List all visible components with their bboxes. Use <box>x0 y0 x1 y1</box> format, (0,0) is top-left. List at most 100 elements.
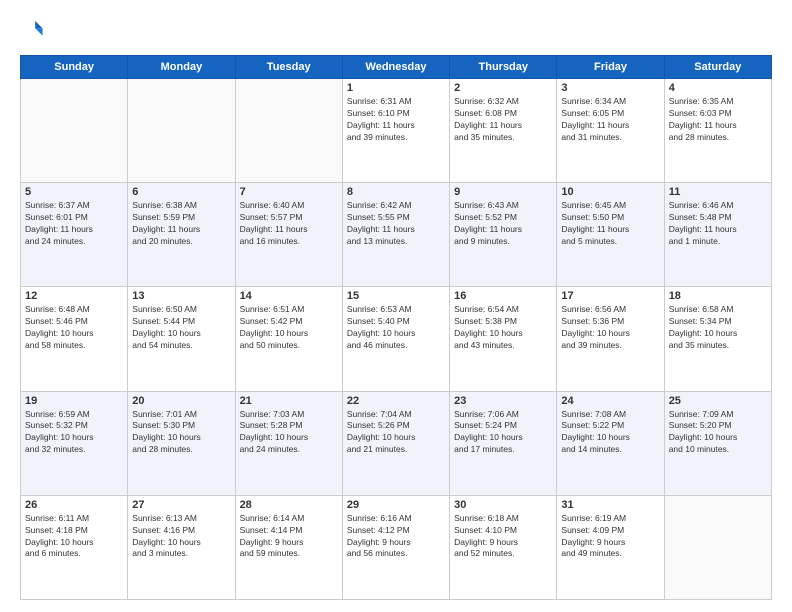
day-info: Sunrise: 7:09 AM Sunset: 5:20 PM Dayligh… <box>669 409 767 457</box>
day-info: Sunrise: 6:16 AM Sunset: 4:12 PM Dayligh… <box>347 513 445 561</box>
day-number: 30 <box>454 499 552 511</box>
calendar-cell: 27 Sunrise: 6:13 AM Sunset: 4:16 PM Dayli… <box>128 495 235 599</box>
header <box>20 18 772 45</box>
day-info: Sunrise: 6:56 AM Sunset: 5:36 PM Dayligh… <box>561 304 659 352</box>
weekday-header-thursday: Thursday <box>450 56 557 79</box>
calendar-cell: 29 Sunrise: 6:16 AM Sunset: 4:12 PM Dayli… <box>342 495 449 599</box>
calendar-cell: 3Sunrise: 6:34 AM Sunset: 6:05 PM Daylig… <box>557 79 664 183</box>
day-info: Sunrise: 6:50 AM Sunset: 5:44 PM Dayligh… <box>132 304 230 352</box>
calendar-cell: 20 Sunrise: 7:01 AM Sunset: 5:30 PM Dayli… <box>128 391 235 495</box>
day-number: 24 <box>561 395 659 407</box>
day-info: Sunrise: 6:58 AM Sunset: 5:34 PM Dayligh… <box>669 304 767 352</box>
day-number: 26 <box>25 499 123 511</box>
calendar-cell <box>235 79 342 183</box>
day-info: Sunrise: 6:42 AM Sunset: 5:55 PM Dayligh… <box>347 200 445 248</box>
day-number: 14 <box>240 290 338 302</box>
calendar-week-row: 5 Sunrise: 6:37 AM Sunset: 6:01 PM Daylig… <box>21 183 772 287</box>
calendar-week-row: 26Sunrise: 6:11 AM Sunset: 4:18 PM Dayli… <box>21 495 772 599</box>
weekday-header-row: SundayMondayTuesdayWednesdayThursdayFrid… <box>21 56 772 79</box>
day-info: Sunrise: 6:31 AM Sunset: 6:10 PM Dayligh… <box>347 96 445 144</box>
day-number: 28 <box>240 499 338 511</box>
weekday-header-friday: Friday <box>557 56 664 79</box>
calendar-cell: 5 Sunrise: 6:37 AM Sunset: 6:01 PM Daylig… <box>21 183 128 287</box>
calendar-cell: 10Sunrise: 6:45 AM Sunset: 5:50 PM Dayli… <box>557 183 664 287</box>
weekday-header-tuesday: Tuesday <box>235 56 342 79</box>
page: SundayMondayTuesdayWednesdayThursdayFrid… <box>0 0 792 612</box>
calendar-cell: 12 Sunrise: 6:48 AM Sunset: 5:46 PM Dayli… <box>21 287 128 391</box>
day-info: Sunrise: 6:51 AM Sunset: 5:42 PM Dayligh… <box>240 304 338 352</box>
day-info: Sunrise: 6:13 AM Sunset: 4:16 PM Dayligh… <box>132 513 230 561</box>
day-number: 13 <box>132 290 230 302</box>
day-number: 11 <box>669 186 767 198</box>
day-info: Sunrise: 6:37 AM Sunset: 6:01 PM Dayligh… <box>25 200 123 248</box>
calendar-cell: 30Sunrise: 6:18 AM Sunset: 4:10 PM Dayli… <box>450 495 557 599</box>
calendar-cell: 1 Sunrise: 6:31 AM Sunset: 6:10 PM Daylig… <box>342 79 449 183</box>
day-number: 10 <box>561 186 659 198</box>
day-number: 6 <box>132 186 230 198</box>
calendar-cell: 17 Sunrise: 6:56 AM Sunset: 5:36 PM Dayli… <box>557 287 664 391</box>
logo <box>20 18 44 45</box>
calendar-cell: 16Sunrise: 6:54 AM Sunset: 5:38 PM Dayli… <box>450 287 557 391</box>
calendar-cell: 31 Sunrise: 6:19 AM Sunset: 4:09 PM Dayli… <box>557 495 664 599</box>
calendar-cell: 28 Sunrise: 6:14 AM Sunset: 4:14 PM Dayli… <box>235 495 342 599</box>
day-number: 8 <box>347 186 445 198</box>
day-number: 19 <box>25 395 123 407</box>
day-info: Sunrise: 7:06 AM Sunset: 5:24 PM Dayligh… <box>454 409 552 457</box>
calendar-cell: 9Sunrise: 6:43 AM Sunset: 5:52 PM Daylig… <box>450 183 557 287</box>
day-info: Sunrise: 6:46 AM Sunset: 5:48 PM Dayligh… <box>669 200 767 248</box>
day-number: 12 <box>25 290 123 302</box>
day-number: 18 <box>669 290 767 302</box>
calendar-cell: 22 Sunrise: 7:04 AM Sunset: 5:26 PM Dayli… <box>342 391 449 495</box>
day-number: 31 <box>561 499 659 511</box>
weekday-header-saturday: Saturday <box>664 56 771 79</box>
calendar-cell: 4 Sunrise: 6:35 AM Sunset: 6:03 PM Daylig… <box>664 79 771 183</box>
weekday-header-wednesday: Wednesday <box>342 56 449 79</box>
weekday-header-monday: Monday <box>128 56 235 79</box>
calendar-cell <box>128 79 235 183</box>
calendar-week-row: 19 Sunrise: 6:59 AM Sunset: 5:32 PM Dayli… <box>21 391 772 495</box>
calendar-week-row: 1 Sunrise: 6:31 AM Sunset: 6:10 PM Daylig… <box>21 79 772 183</box>
calendar-cell: 25Sunrise: 7:09 AM Sunset: 5:20 PM Dayli… <box>664 391 771 495</box>
day-number: 17 <box>561 290 659 302</box>
day-info: Sunrise: 7:04 AM Sunset: 5:26 PM Dayligh… <box>347 409 445 457</box>
calendar-cell <box>664 495 771 599</box>
day-number: 16 <box>454 290 552 302</box>
day-number: 22 <box>347 395 445 407</box>
day-number: 21 <box>240 395 338 407</box>
day-info: Sunrise: 6:32 AM Sunset: 6:08 PM Dayligh… <box>454 96 552 144</box>
calendar-cell: 19 Sunrise: 6:59 AM Sunset: 5:32 PM Dayli… <box>21 391 128 495</box>
day-info: Sunrise: 7:01 AM Sunset: 5:30 PM Dayligh… <box>132 409 230 457</box>
day-number: 15 <box>347 290 445 302</box>
calendar-table: SundayMondayTuesdayWednesdayThursdayFrid… <box>20 55 772 600</box>
day-number: 20 <box>132 395 230 407</box>
day-number: 23 <box>454 395 552 407</box>
calendar-cell: 11 Sunrise: 6:46 AM Sunset: 5:48 PM Dayli… <box>664 183 771 287</box>
day-number: 4 <box>669 82 767 94</box>
day-info: Sunrise: 6:43 AM Sunset: 5:52 PM Dayligh… <box>454 200 552 248</box>
day-info: Sunrise: 6:38 AM Sunset: 5:59 PM Dayligh… <box>132 200 230 248</box>
day-number: 5 <box>25 186 123 198</box>
day-number: 2 <box>454 82 552 94</box>
day-info: Sunrise: 6:19 AM Sunset: 4:09 PM Dayligh… <box>561 513 659 561</box>
day-info: Sunrise: 6:35 AM Sunset: 6:03 PM Dayligh… <box>669 96 767 144</box>
logo-icon <box>22 18 44 40</box>
day-info: Sunrise: 7:08 AM Sunset: 5:22 PM Dayligh… <box>561 409 659 457</box>
day-info: Sunrise: 6:34 AM Sunset: 6:05 PM Dayligh… <box>561 96 659 144</box>
calendar-cell: 23 Sunrise: 7:06 AM Sunset: 5:24 PM Dayli… <box>450 391 557 495</box>
day-number: 29 <box>347 499 445 511</box>
calendar-week-row: 12 Sunrise: 6:48 AM Sunset: 5:46 PM Dayli… <box>21 287 772 391</box>
day-info: Sunrise: 6:48 AM Sunset: 5:46 PM Dayligh… <box>25 304 123 352</box>
calendar-cell <box>21 79 128 183</box>
day-info: Sunrise: 6:14 AM Sunset: 4:14 PM Dayligh… <box>240 513 338 561</box>
day-info: Sunrise: 6:40 AM Sunset: 5:57 PM Dayligh… <box>240 200 338 248</box>
calendar-cell: 26Sunrise: 6:11 AM Sunset: 4:18 PM Dayli… <box>21 495 128 599</box>
calendar-cell: 15Sunrise: 6:53 AM Sunset: 5:40 PM Dayli… <box>342 287 449 391</box>
day-number: 1 <box>347 82 445 94</box>
weekday-header-sunday: Sunday <box>21 56 128 79</box>
day-number: 27 <box>132 499 230 511</box>
calendar-cell: 24 Sunrise: 7:08 AM Sunset: 5:22 PM Dayli… <box>557 391 664 495</box>
calendar-cell: 7 Sunrise: 6:40 AM Sunset: 5:57 PM Daylig… <box>235 183 342 287</box>
calendar-cell: 2 Sunrise: 6:32 AM Sunset: 6:08 PM Daylig… <box>450 79 557 183</box>
day-number: 7 <box>240 186 338 198</box>
day-info: Sunrise: 6:59 AM Sunset: 5:32 PM Dayligh… <box>25 409 123 457</box>
